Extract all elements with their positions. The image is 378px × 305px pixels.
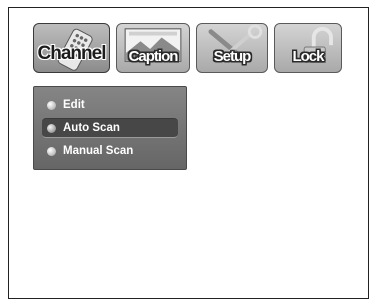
tab-channel-label: Channel [37, 43, 107, 64]
menu-item-label: Edit [63, 99, 85, 111]
tab-channel[interactable]: Channel [33, 23, 110, 73]
menu-item-label: Manual Scan [63, 145, 134, 157]
menu-item-manual-scan[interactable]: Manual Scan [42, 141, 178, 161]
tab-setup[interactable]: Setup [196, 23, 268, 73]
tab-setup-label: Setup [213, 48, 252, 65]
tab-caption[interactable]: Caption [116, 23, 190, 73]
bullet-icon [47, 146, 56, 156]
bullet-icon [47, 123, 56, 133]
tab-lock-label: Lock [292, 48, 324, 65]
tab-lock[interactable]: Lock [274, 23, 342, 73]
bullet-icon [47, 100, 56, 110]
main-menu-tabs: Channel Caption Setup Lock [33, 23, 342, 73]
menu-item-edit[interactable]: Edit [42, 95, 178, 115]
menu-item-label: Auto Scan [63, 122, 120, 134]
tab-caption-label: Caption [128, 48, 179, 65]
menu-item-auto-scan[interactable]: Auto Scan [42, 118, 178, 138]
channel-submenu: Edit Auto Scan Manual Scan [33, 86, 187, 170]
